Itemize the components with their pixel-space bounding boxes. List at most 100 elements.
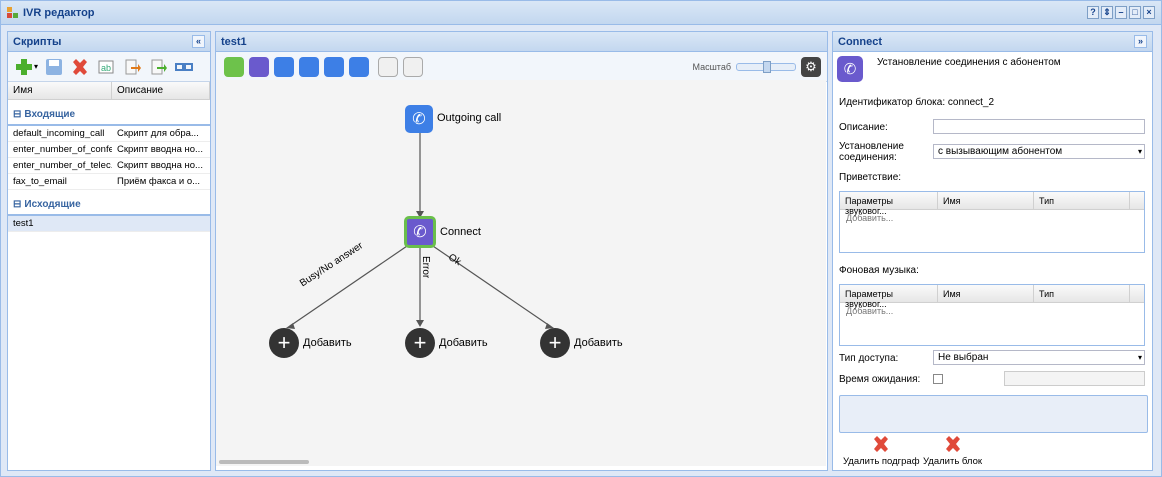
group-incoming[interactable]: ⊟ Входящие: [8, 104, 210, 126]
access-select-value: Не выбран: [938, 352, 989, 363]
editor-panel-header: test1: [216, 32, 827, 52]
col-name[interactable]: Имя: [8, 82, 112, 99]
col-name[interactable]: Имя: [938, 192, 1034, 209]
row-desc: Скрипт для обра...: [117, 128, 199, 139]
row-name: enter_number_of_confe...: [13, 144, 112, 155]
connect-block-icon[interactable]: [249, 56, 269, 77]
add-label-busy: Добавить: [303, 337, 352, 349]
col-description[interactable]: Описание: [112, 82, 210, 99]
access-label: Тип доступа:: [839, 353, 899, 364]
editor-toolbar: Масштаб ⚙: [216, 52, 827, 82]
export-icon[interactable]: [148, 57, 168, 77]
add-icon[interactable]: [14, 57, 34, 77]
edge-label-error: Error: [420, 256, 431, 279]
table-row[interactable]: enter_number_of_confe... Скрипт вводна но…: [8, 142, 210, 158]
timeout-label: Время ожидания:: [839, 374, 921, 385]
col-params[interactable]: Параметры звуковог...: [840, 285, 938, 309]
timeout-input[interactable]: [1004, 371, 1145, 386]
redirect-block-icon[interactable]: [274, 56, 294, 77]
col-type[interactable]: Тип: [1034, 192, 1130, 209]
scale-slider[interactable]: [736, 60, 796, 73]
music-grid: Параметры звуковог... Имя Тип Добавить...: [839, 284, 1145, 346]
connect-type-icon: ✆: [837, 56, 863, 82]
description-input[interactable]: [933, 119, 1145, 134]
music-add[interactable]: Добавить...: [840, 303, 1144, 319]
scale-slider-thumb[interactable]: [763, 60, 771, 73]
connect-select-value: с вызывающим абонентом: [938, 146, 1063, 157]
time-block-icon[interactable]: [299, 56, 319, 77]
table-row[interactable]: fax_to_email Приём факса и о...: [8, 174, 210, 190]
col-type[interactable]: Тип: [1034, 285, 1130, 302]
scripts-toolbar: ▾ ab: [8, 52, 210, 82]
collapse-right-button[interactable]: »: [1134, 35, 1147, 48]
scripts-panel-title: Скрипты: [13, 35, 62, 48]
greeting-add[interactable]: Добавить...: [840, 210, 1144, 226]
delete-subgraph-icon: [874, 436, 889, 452]
horizontal-scrollbar[interactable]: [219, 460, 309, 464]
help-button[interactable]: ?: [1087, 6, 1099, 19]
group-outgoing-label: Исходящие: [24, 198, 81, 210]
row-desc: Скрипт вводна но...: [117, 160, 203, 171]
delete-block-label: Удалить блок: [923, 456, 983, 467]
play-block-icon[interactable]: [224, 56, 244, 77]
scripts-grid-header: Имя Описание: [8, 82, 210, 100]
music-label: Фоновая музыка:: [839, 265, 919, 276]
group-incoming-label: Входящие: [24, 108, 76, 120]
collapse-left-button[interactable]: «: [192, 35, 205, 48]
add-label-error: Добавить: [439, 337, 488, 349]
row-name: default_incoming_call: [13, 128, 105, 139]
scripts-panel: Скрипты « ▾ ab Имя Описание ⊟ Входящие de…: [7, 31, 211, 471]
settings-gear-icon[interactable]: ⚙: [801, 56, 821, 77]
col-name[interactable]: Имя: [938, 285, 1034, 302]
timeout-checkbox[interactable]: [933, 374, 943, 384]
plus-icon: +: [277, 330, 291, 355]
delete-icon[interactable]: [70, 57, 90, 77]
outgoing-call-node[interactable]: ✆: [405, 105, 433, 133]
import-icon[interactable]: [122, 57, 142, 77]
access-select[interactable]: Не выбран ▾: [933, 350, 1145, 365]
link-icon[interactable]: [174, 57, 194, 77]
add-dropdown-icon[interactable]: ▾: [34, 62, 38, 71]
svg-text:ab: ab: [101, 63, 111, 73]
chevron-down-icon[interactable]: ▾: [1138, 351, 1142, 364]
rename-icon[interactable]: ab: [96, 57, 116, 77]
add-node-ok[interactable]: +: [540, 328, 570, 358]
delete-subgraph-button[interactable]: Удалить подграф: [843, 435, 920, 467]
row-desc: Скрипт вводна но...: [117, 144, 203, 155]
maximize-button[interactable]: □: [1129, 6, 1141, 19]
record-block-icon[interactable]: [324, 56, 344, 77]
http-block-icon[interactable]: [349, 56, 369, 77]
window-title: IVR редактор: [23, 6, 95, 19]
table-row[interactable]: enter_number_of_telec... Скрипт вводна но…: [8, 158, 210, 174]
window-titlebar: IVR редактор ? ⇕ – □ ×: [1, 1, 1161, 25]
lock-icon[interactable]: [378, 56, 398, 77]
outgoing-call-label: Outgoing call: [437, 112, 502, 124]
group-outgoing[interactable]: ⊟ Исходящие: [8, 194, 210, 216]
greeting-grid: Параметры звуковог... Имя Тип Добавить...: [839, 191, 1145, 253]
close-button[interactable]: ×: [1143, 6, 1155, 19]
properties-panel-header: Connect »: [833, 32, 1152, 52]
connect-node[interactable]: ✆: [404, 216, 436, 248]
col-params[interactable]: Параметры звуковог...: [840, 192, 938, 216]
table-row[interactable]: default_incoming_call Скрипт для обра...: [8, 126, 210, 142]
add-label-ok: Добавить: [574, 337, 623, 349]
chevron-down-icon[interactable]: ▾: [1138, 145, 1142, 158]
connect-select[interactable]: с вызывающим абонентом ▾: [933, 144, 1145, 159]
tree-icon[interactable]: [403, 56, 423, 77]
connect-label-2: соединения:: [839, 152, 897, 163]
phone-outgoing-icon: ✆: [412, 111, 426, 128]
save-icon[interactable]: [44, 57, 64, 77]
row-desc: Приём факса и о...: [117, 176, 201, 187]
delete-block-button[interactable]: Удалить блок: [923, 435, 982, 467]
table-row[interactable]: test1: [8, 216, 210, 232]
flow-canvas[interactable]: ✆ Outgoing call ✆ Connect Busy/No answer…: [216, 80, 826, 466]
add-node-error[interactable]: +: [405, 328, 435, 358]
add-node-busy[interactable]: +: [269, 328, 299, 358]
editor-title: test1: [221, 35, 247, 48]
app-icon: [7, 6, 18, 18]
block-header-text: Установление соединения с абонентом: [877, 57, 1061, 68]
minimize-button[interactable]: –: [1115, 6, 1127, 19]
restore-button[interactable]: ⇕: [1101, 6, 1113, 19]
connect-label-1: Установление: [839, 141, 904, 152]
greeting-label: Приветствие:: [839, 172, 902, 183]
